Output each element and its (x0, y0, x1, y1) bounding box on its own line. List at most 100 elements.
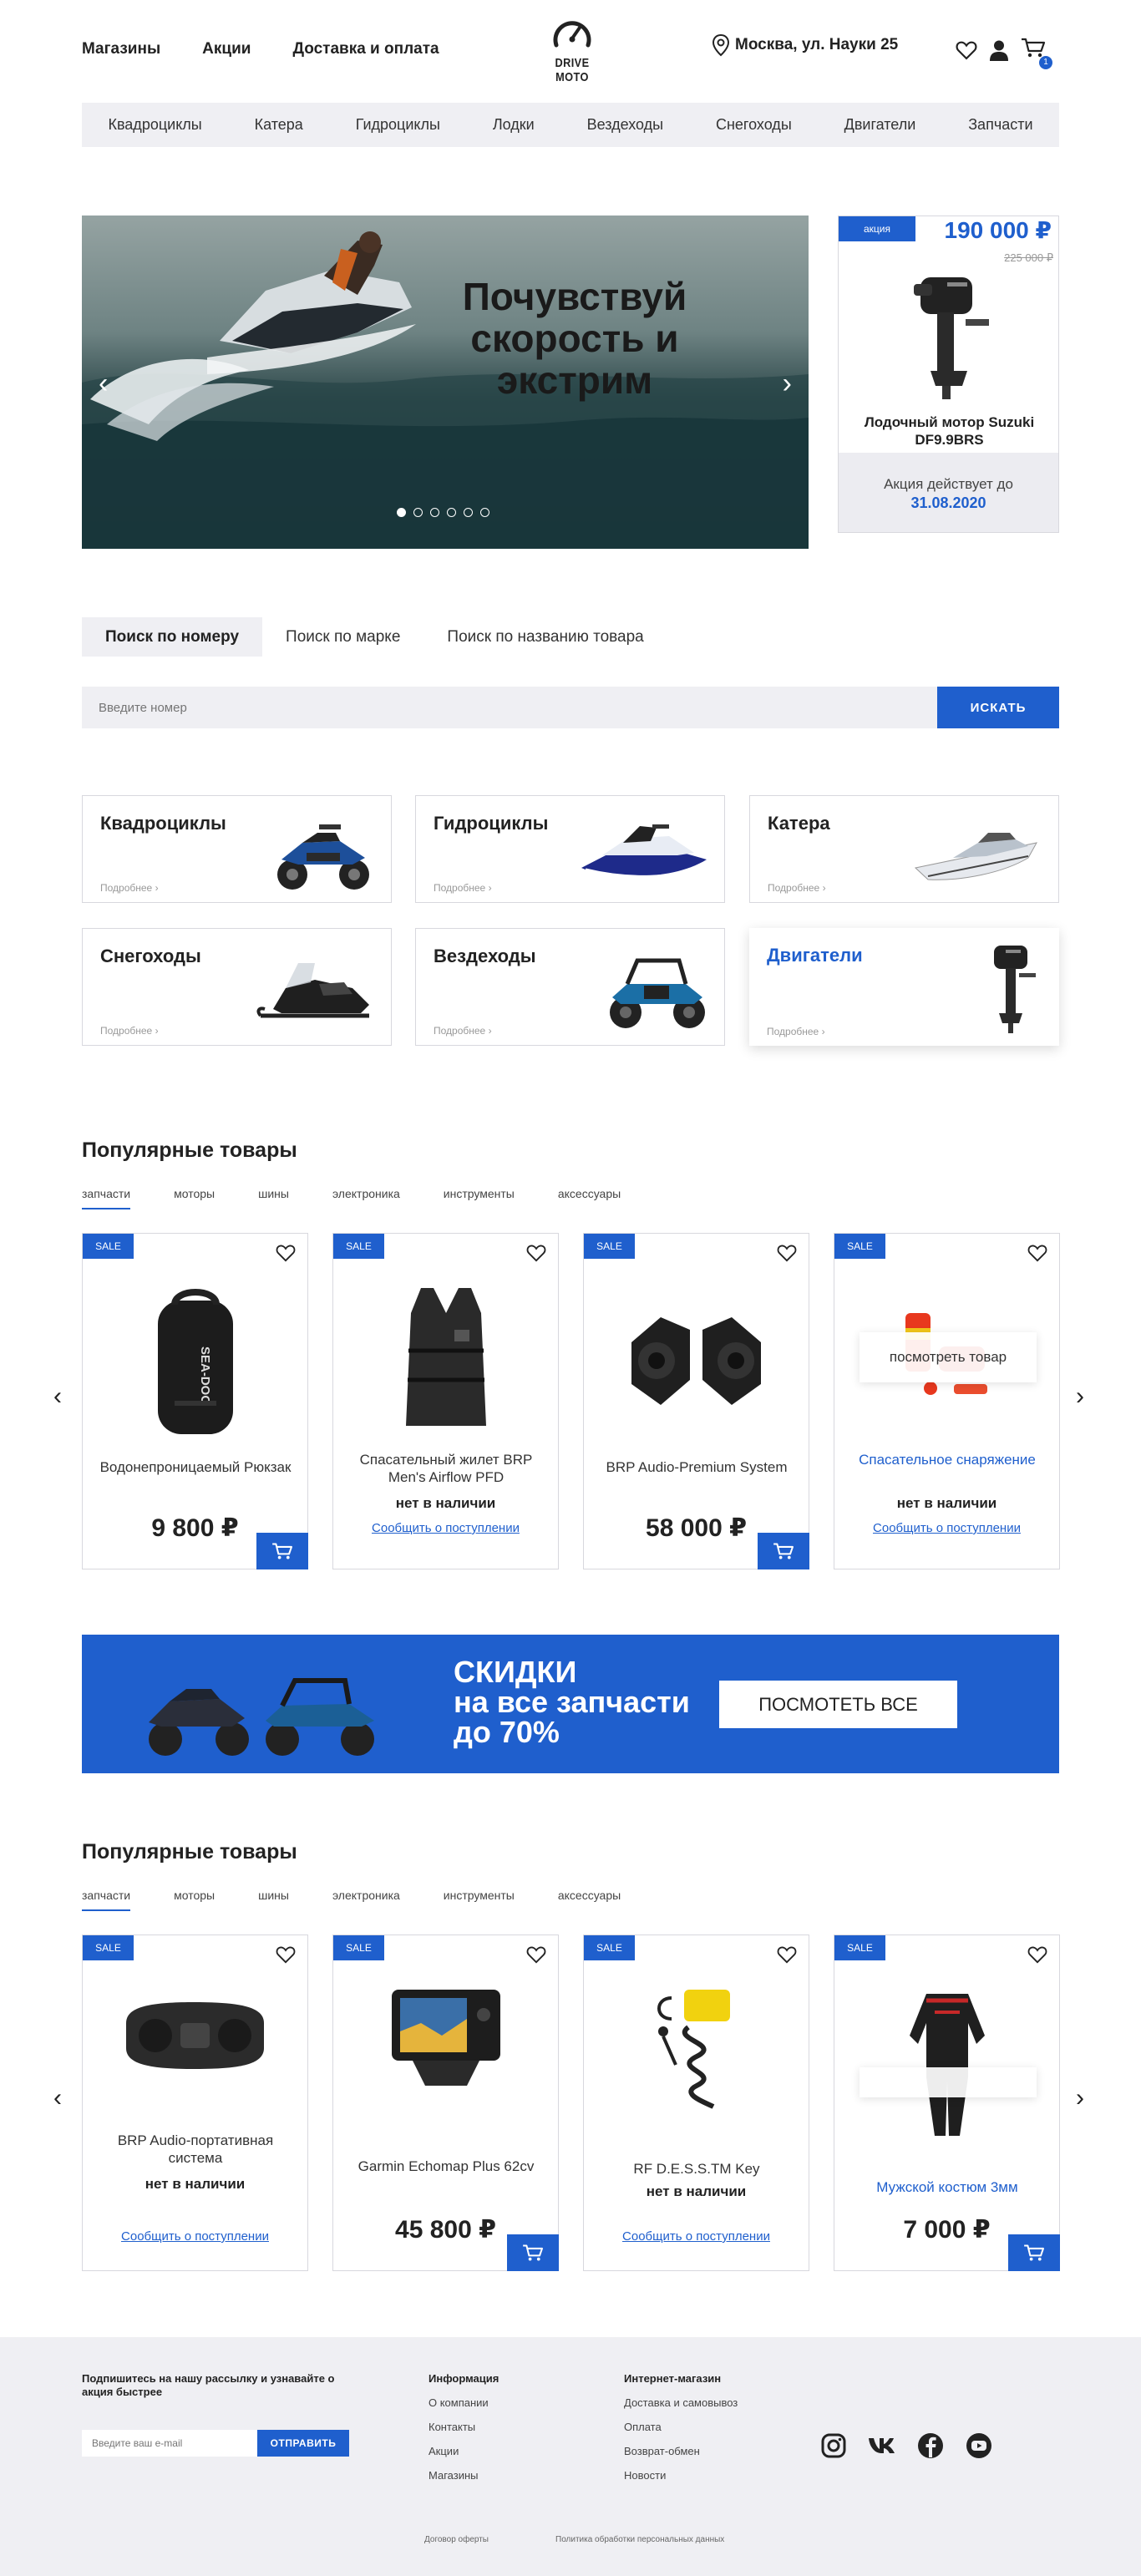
product-card[interactable]: SALE BRP Audio-Premium System 58 000 ₽ (583, 1233, 809, 1569)
add-to-cart-button[interactable] (1008, 2234, 1060, 2271)
category-card-jetski[interactable]: Гидроциклы Подробнее › (415, 795, 725, 903)
slide-dot[interactable] (397, 508, 406, 517)
tab-accessories[interactable]: аксессуары (558, 1187, 621, 1209)
tab-search-by-brand[interactable]: Поиск по марке (262, 617, 423, 657)
slide-dot[interactable] (430, 508, 439, 517)
tab-parts[interactable]: запчасти (82, 1889, 131, 1911)
footer-link-promotions[interactable]: Акции (429, 2445, 499, 2457)
slide-dot[interactable] (447, 508, 456, 517)
footer-link-about[interactable]: О компании (429, 2396, 499, 2409)
nav-shops[interactable]: Магазины (82, 40, 160, 58)
slide-dot[interactable] (464, 508, 473, 517)
favorite-heart-icon[interactable] (1027, 1945, 1047, 1964)
favorite-heart-icon[interactable] (276, 1945, 296, 1964)
cart-button[interactable]: 1 (1021, 37, 1052, 69)
category-more-link[interactable]: Подробнее › (434, 882, 492, 894)
category-card-boat[interactable]: Катера Подробнее › (749, 795, 1059, 903)
privacy-policy-link[interactable]: Политика обработки персональных данных (555, 2535, 724, 2544)
category-more-link[interactable]: Подробнее › (434, 1025, 492, 1037)
catbar-atv[interactable]: Квадроциклы (108, 116, 201, 134)
carousel-next-arrow-icon[interactable]: › (1076, 1382, 1084, 1411)
catbar-boats[interactable]: Катера (255, 116, 303, 134)
tab-tires[interactable]: шины (258, 1187, 289, 1209)
category-card-snowmobile[interactable]: Снегоходы Подробнее › (82, 928, 392, 1046)
subscribe-send-button[interactable]: ОТПРАВИТЬ (257, 2430, 349, 2457)
category-more-link[interactable]: Подробнее › (100, 882, 159, 894)
favorite-heart-icon[interactable] (777, 1945, 797, 1964)
category-card-engine[interactable]: Двигатели Подробнее › (749, 928, 1059, 1046)
catbar-parts[interactable]: Запчасти (968, 116, 1032, 134)
carousel-prev-arrow-icon[interactable]: ‹ (53, 1382, 62, 1411)
tab-electronics[interactable]: электроника (332, 1889, 400, 1911)
catbar-jetskis[interactable]: Гидроциклы (356, 116, 440, 134)
nav-delivery[interactable]: Доставка и оплата (292, 40, 439, 58)
add-to-cart-button[interactable] (256, 1533, 308, 1569)
tab-electronics[interactable]: электроника (332, 1187, 400, 1209)
category-more-link[interactable]: Подробнее › (767, 1026, 825, 1037)
category-more-link[interactable]: Подробнее › (100, 1025, 159, 1037)
product-card[interactable]: SALE Garmin Echomap Plus 62cv 45 800 ₽ (332, 1935, 559, 2271)
tab-motors[interactable]: моторы (174, 1187, 215, 1209)
tab-search-by-number[interactable]: Поиск по номеру (82, 617, 263, 657)
hero-next-arrow-icon[interactable]: › (783, 368, 792, 400)
email-input[interactable] (82, 2430, 257, 2457)
footer-link-contacts[interactable]: Контакты (429, 2421, 499, 2433)
hero-slider[interactable]: Почувствуй скорость и экстрим ‹ › (82, 216, 809, 549)
search-input[interactable] (82, 687, 937, 728)
category-card-atv[interactable]: Квадроциклы Подробнее › (82, 795, 392, 903)
catbar-all-terrain[interactable]: Вездеходы (587, 116, 663, 134)
product-card[interactable]: SALE Спасательный жилет BRP Men's Airflo… (332, 1233, 559, 1569)
footer-link-returns[interactable]: Возврат-обмен (624, 2445, 738, 2457)
add-to-cart-button[interactable] (507, 2234, 559, 2271)
carousel-prev-arrow-icon[interactable]: ‹ (53, 2084, 62, 2112)
nav-promotions[interactable]: Акции (202, 40, 251, 58)
product-card[interactable]: SALE RF D.E.S.S.TM Key нет в наличии Соо… (583, 1935, 809, 2271)
product-name[interactable]: Мужской костюм 3мм (847, 2178, 1047, 2196)
product-card[interactable]: SALE BRP Audio-портативная система нет в… (82, 1935, 308, 2271)
slide-dot[interactable] (480, 508, 489, 517)
search-button[interactable]: ИСКАТЬ (937, 687, 1059, 728)
tab-tires[interactable]: шины (258, 1889, 289, 1911)
logo[interactable]: DRIVE MOTO (535, 17, 610, 84)
category-more-link[interactable]: Подробнее › (768, 882, 826, 894)
favorite-heart-icon[interactable] (1027, 1244, 1047, 1262)
catbar-small-boats[interactable]: Лодки (493, 116, 535, 134)
tab-search-by-name[interactable]: Поиск по названию товара (423, 617, 667, 657)
catbar-engines[interactable]: Двигатели (844, 116, 916, 134)
store-address[interactable]: Москва, ул. Науки 25 (712, 33, 898, 57)
product-card[interactable]: SALE SEA-DOO Водонепроницаемый Рюкзак 9 … (82, 1233, 308, 1569)
instagram-icon[interactable] (819, 2431, 849, 2461)
view-product-overlay[interactable]: посмотреть товар (860, 1332, 1037, 1382)
product-card[interactable]: SALE посмотреть товар Спасательное снаря… (834, 1233, 1060, 1569)
slide-dot[interactable] (413, 508, 423, 517)
catbar-snowmobiles[interactable]: Снегоходы (716, 116, 792, 134)
youtube-icon[interactable] (964, 2431, 994, 2461)
product-card[interactable]: SALE Мужской костюм 3мм 7 000 ₽ (834, 1935, 1060, 2271)
tab-tools[interactable]: инструменты (444, 1889, 515, 1911)
notify-when-available-link[interactable]: Сообщить о поступлении (83, 2229, 307, 2244)
hero-prev-arrow-icon[interactable]: ‹ (99, 368, 108, 400)
view-all-button[interactable]: ПОСМОТЕТЬ ВСЕ (719, 1681, 957, 1728)
category-card-buggy[interactable]: Вездеходы Подробнее › (415, 928, 725, 1046)
tab-accessories[interactable]: аксессуары (558, 1889, 621, 1911)
footer-link-payment[interactable]: Оплата (624, 2421, 738, 2433)
favorite-heart-icon[interactable] (276, 1244, 296, 1262)
carousel-next-arrow-icon[interactable]: › (1076, 2084, 1084, 2112)
notify-when-available-link[interactable]: Сообщить о поступлении (584, 2229, 809, 2244)
favorite-heart-icon[interactable] (526, 1244, 546, 1262)
footer-link-news[interactable]: Новости (624, 2469, 738, 2482)
tab-motors[interactable]: моторы (174, 1889, 215, 1911)
favorite-heart-icon[interactable] (526, 1945, 546, 1964)
add-to-cart-button[interactable] (758, 1533, 809, 1569)
tab-tools[interactable]: инструменты (444, 1187, 515, 1209)
footer-link-shops[interactable]: Магазины (429, 2469, 499, 2482)
notify-when-available-link[interactable]: Сообщить о поступлении (333, 1521, 558, 1535)
favorite-heart-icon[interactable] (777, 1244, 797, 1262)
facebook-icon[interactable] (915, 2431, 946, 2461)
user-account-icon[interactable] (989, 39, 1009, 61)
wishlist-heart-icon[interactable] (956, 40, 977, 60)
notify-when-available-link[interactable]: Сообщить о поступлении (834, 1521, 1059, 1535)
legal-offer-link[interactable]: Договор оферты (424, 2535, 489, 2544)
footer-link-delivery[interactable]: Доставка и самовывоз (624, 2396, 738, 2409)
promo-card[interactable]: акция 190 000 ₽ 225 000 ₽ Лодочный мотор… (838, 216, 1059, 533)
